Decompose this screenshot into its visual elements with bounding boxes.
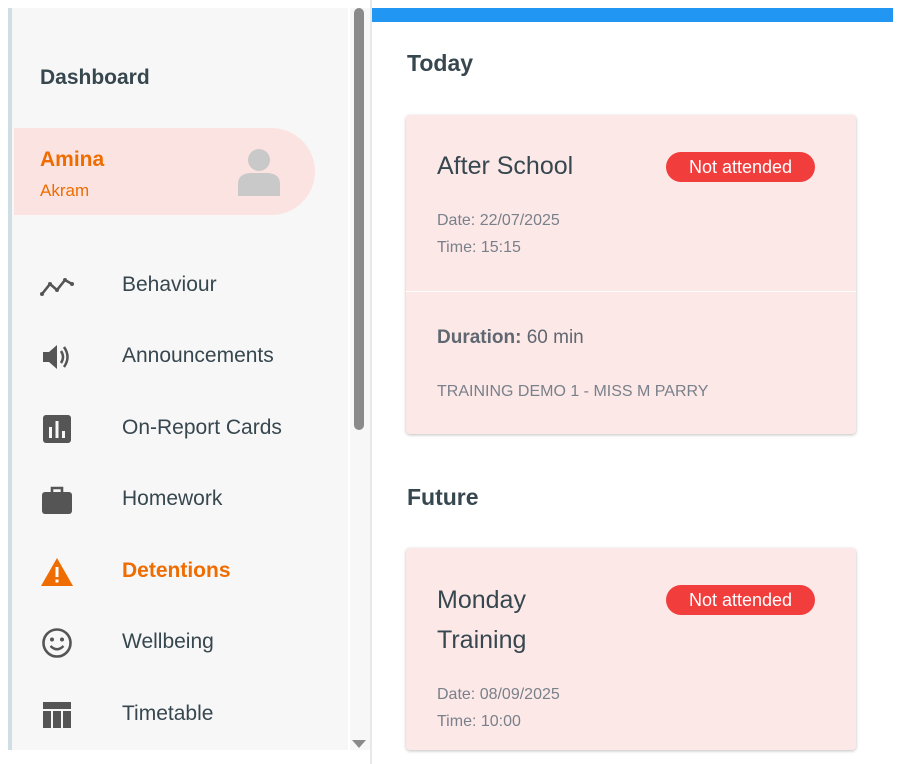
detention-date: Date: 22/07/2025 — [437, 212, 560, 229]
user-last-name: Akram — [40, 181, 90, 200]
sidebar-item-label: Detentions — [122, 559, 231, 582]
card-divider — [406, 291, 856, 292]
detention-title-line1: Monday — [437, 586, 526, 614]
scroll-down-arrow-icon[interactable] — [352, 740, 366, 748]
sidebar-item-label: On-Report Cards — [122, 416, 282, 439]
sidebar-item-label: Announcements — [122, 344, 274, 367]
sidebar-item-timetable[interactable]: Timetable — [12, 687, 352, 743]
detention-title-line2: Training — [437, 626, 527, 654]
section-heading-future: Future — [407, 484, 479, 510]
sidebar-item-homework[interactable]: Homework — [12, 472, 352, 528]
user-profile-card[interactable]: Amina Akram — [14, 128, 315, 215]
speaker-icon — [43, 345, 69, 369]
status-badge: Not attended — [666, 152, 815, 182]
sidebar-item-label: Wellbeing — [122, 630, 214, 653]
detention-teacher: TRAINING DEMO 1 - MISS M PARRY — [437, 383, 709, 400]
sidebar-item-label: Behaviour — [122, 273, 217, 296]
status-badge: Not attended — [666, 585, 815, 615]
smiley-icon — [42, 628, 72, 658]
dashboard-title[interactable]: Dashboard — [40, 66, 150, 90]
bar-chart-icon — [43, 415, 71, 443]
top-accent-bar — [372, 8, 893, 22]
detention-time: Time: 15:15 — [437, 239, 521, 256]
detention-card-future[interactable]: Monday Training Not attended Date: 08/09… — [406, 548, 856, 750]
user-first-name: Amina — [40, 148, 105, 171]
detention-time: Time: 10:00 — [437, 713, 521, 730]
timetable-icon — [43, 702, 71, 728]
sidebar-scrollbar[interactable] — [350, 8, 370, 750]
sidebar-divider — [370, 0, 372, 764]
detention-date: Date: 08/09/2025 — [437, 686, 560, 703]
sidebar-item-label: Timetable — [122, 702, 214, 725]
sidebar-item-wellbeing[interactable]: Wellbeing — [12, 615, 352, 671]
scrollbar-thumb[interactable] — [354, 8, 364, 430]
briefcase-icon — [42, 486, 72, 514]
section-heading-today: Today — [407, 50, 474, 76]
avatar-icon — [238, 149, 280, 196]
duration-label: Duration: — [437, 327, 522, 348]
warning-icon — [41, 558, 73, 586]
sidebar-item-announcements[interactable]: Announcements — [12, 329, 352, 385]
sidebar: Dashboard Amina Akram Behaviour Announce… — [8, 8, 348, 750]
duration-value: 60 min — [526, 327, 584, 348]
detention-title: After School — [437, 152, 574, 180]
sidebar-item-label: Homework — [122, 487, 223, 510]
sidebar-item-on-report-cards[interactable]: On-Report Cards — [12, 401, 352, 457]
sidebar-item-detentions[interactable]: Detentions — [12, 544, 352, 600]
behaviour-trend-icon — [40, 278, 74, 296]
detention-duration: Duration: 60 min — [437, 327, 584, 349]
detention-card-today[interactable]: After School Not attended Date: 22/07/20… — [406, 115, 856, 434]
sidebar-item-behaviour[interactable]: Behaviour — [12, 258, 352, 314]
